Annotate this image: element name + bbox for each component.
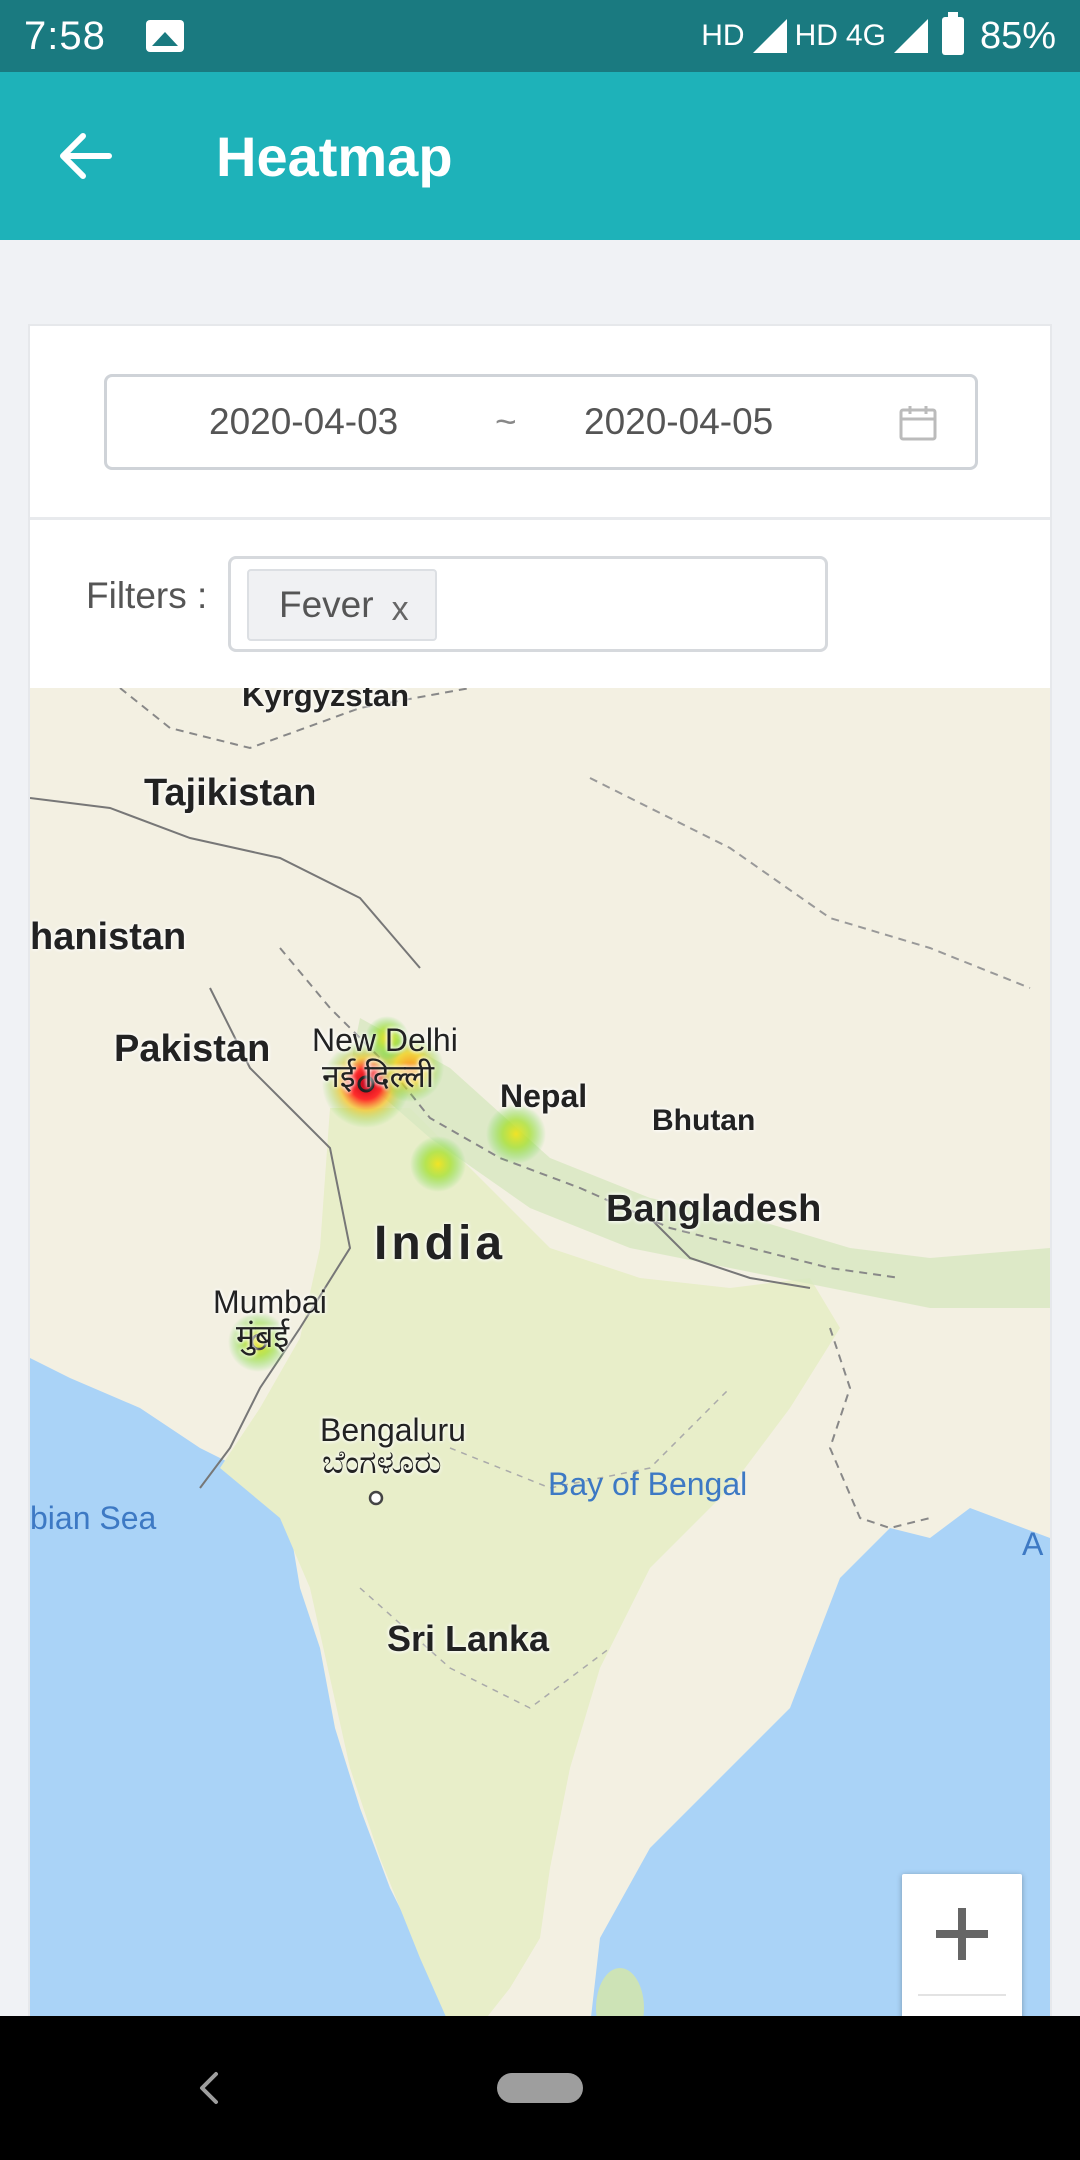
date-range-picker[interactable]: 2020-04-03 ~ 2020-04-05 [104,374,978,470]
status-indicators: HD HD 4G 85% [701,12,1056,58]
map-label-mumbai-local: मुंबई [236,1318,290,1354]
filter-chip-fever: Fever x [247,569,437,641]
system-nav-bar [0,2016,1080,2160]
filter-chip-label: Fever [279,584,374,625]
date-start[interactable]: 2020-04-03 [209,401,398,443]
map-label-tajikistan: Tajikistan [144,772,317,814]
map-label-andaman: A [1022,1526,1044,1562]
map-label-pakistan: Pakistan [114,1028,271,1070]
map-label-arabian-sea: bian Sea [30,1500,157,1536]
heatmap-map[interactable]: Kyrgyzstan Tajikistan hanistan Pakistan … [30,688,1050,2022]
map-label-kyrgyzstan: Kyrgyzstan [242,688,410,713]
filters-label: Filters : [86,575,208,616]
date-separator: ~ [495,401,517,442]
map-label-new-delhi-local: नई दिल्ली [322,1058,435,1094]
network-4g-label: 4G [845,19,886,52]
close-icon[interactable]: x [392,590,409,629]
map-label-sri-lanka: Sri Lanka [387,1618,550,1659]
status-bar: 7:58 HD HD 4G 85% [0,0,1080,72]
map-label-india: India [374,1217,507,1270]
page-title: Heatmap [216,124,453,188]
network-hd2-label: HD [794,19,838,52]
map-label-afghanistan: hanistan [30,916,187,958]
nav-back-icon[interactable] [190,2068,230,2108]
map-label-bengaluru-local: ಬೆಂಗಳೂರು [322,1444,442,1480]
map-label-bhutan: Bhutan [652,1104,756,1137]
calendar-icon[interactable] [899,405,937,441]
plus-icon [936,1908,988,1960]
map-label-nepal: Nepal [500,1078,588,1114]
map-background [30,688,1050,2022]
battery-icon [941,12,964,55]
status-time: 7:58 [24,13,106,58]
zoom-divider [918,1994,1006,1996]
network-hd-label: HD [701,19,745,52]
date-end[interactable]: 2020-04-05 [584,401,773,443]
app-bar: Heatmap [0,72,1080,240]
date-range-row: 2020-04-03 ~ 2020-04-05 [30,326,1050,520]
signal-icon [752,19,787,53]
filter-select[interactable]: Fever x [228,556,828,652]
map-label-bangladesh: Bangladesh [606,1188,822,1230]
heatmap-card: 2020-04-03 ~ 2020-04-05 Filters : Fever … [28,324,1052,2024]
map-zoom-control [902,1874,1022,2022]
map-label-bay-of-bengal: Bay of Bengal [548,1466,748,1502]
signal-icon-2 [893,19,928,53]
filters-row: Filters : Fever x [30,520,1050,688]
nav-home-pill[interactable] [497,2073,583,2103]
zoom-in-button[interactable] [902,1874,1022,1994]
arrow-left-icon[interactable] [40,111,130,201]
battery-percent: 85% [979,14,1056,57]
gallery-notification-icon [145,20,184,52]
